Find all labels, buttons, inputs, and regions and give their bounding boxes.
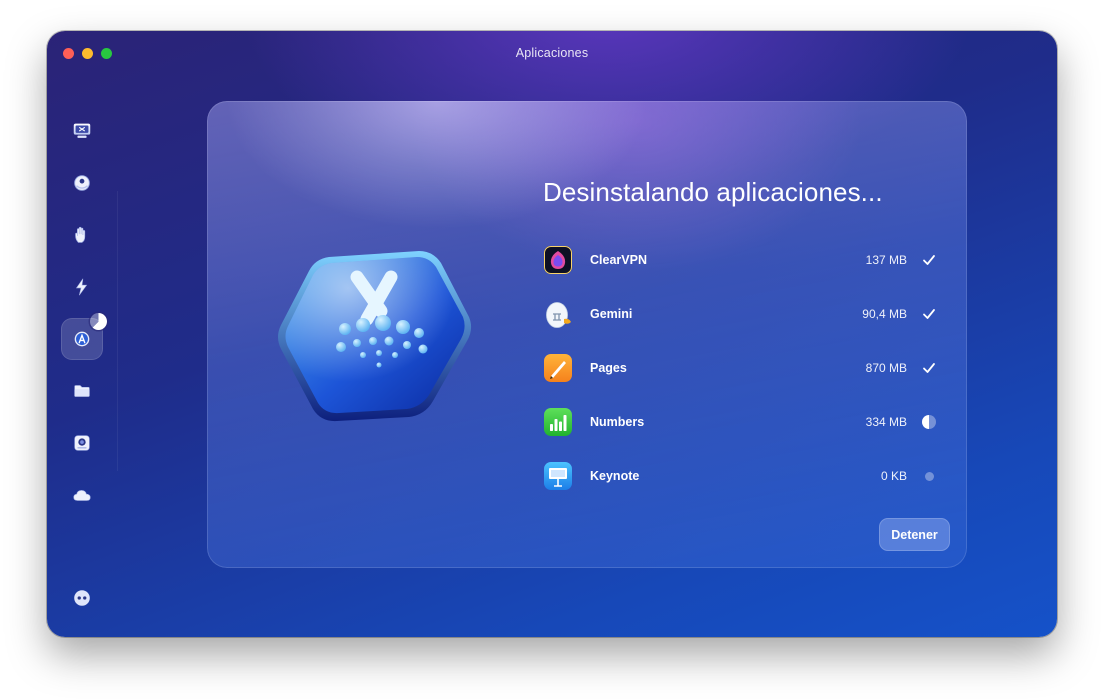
list-item: Numbers 334 MB <box>543 395 939 449</box>
folder-icon <box>74 385 90 397</box>
list-item: Gemini 90,4 MB <box>543 287 939 341</box>
sidebar-item-smart-care[interactable] <box>61 110 103 152</box>
checkmark-icon <box>921 360 937 376</box>
monitor-icon <box>73 123 91 138</box>
sidebar-item-protection[interactable] <box>61 214 103 256</box>
app-name: Gemini <box>590 307 633 321</box>
cloud-icon <box>73 490 91 501</box>
sidebar-item-my-clutter[interactable] <box>61 370 103 412</box>
sidebar-item-space-lens[interactable] <box>61 422 103 464</box>
checkmark-icon <box>921 306 937 322</box>
progress-pie-icon <box>921 414 937 430</box>
list-item: Pages 870 MB <box>543 341 939 395</box>
assistant-icon <box>74 590 90 606</box>
clearvpn-icon <box>543 245 573 275</box>
window-title: Aplicaciones <box>515 46 589 60</box>
sidebar <box>47 31 119 637</box>
sidebar-item-cloud[interactable] <box>61 474 103 516</box>
uninstaller-hexagon-icon <box>278 251 472 422</box>
lightning-icon <box>75 278 88 296</box>
app-name: Numbers <box>590 415 645 429</box>
pending-dot-icon <box>921 468 937 484</box>
list-item: ClearVPN 137 MB <box>543 233 939 287</box>
app-name: Keynote <box>590 469 640 483</box>
checkmark-icon <box>921 252 937 268</box>
keynote-icon <box>543 461 573 491</box>
uninstall-progress-panel: Desinstalando aplicaciones... ClearVPN 1… <box>207 101 967 568</box>
sidebar-item-cleanup[interactable] <box>61 162 103 204</box>
gemini-icon <box>543 299 573 329</box>
app-size: 90,4 MB <box>862 307 907 321</box>
pages-icon <box>543 353 573 383</box>
app-size: 870 MB <box>865 361 907 375</box>
app-store-a-icon <box>74 331 90 347</box>
sidebar-divider <box>117 191 118 471</box>
app-name: Pages <box>590 361 627 375</box>
page-title: Desinstalando aplicaciones... <box>543 177 883 207</box>
numbers-icon <box>543 407 573 437</box>
app-list: ClearVPN 137 MB Gemini 90,4 MB Pages 870… <box>543 233 939 503</box>
stop-button[interactable]: Detener <box>879 518 950 551</box>
app-size: 137 MB <box>865 253 907 267</box>
progress-pie-icon <box>90 313 107 330</box>
sidebar-item-applications[interactable] <box>61 313 107 360</box>
bubble-ball-icon <box>74 175 90 191</box>
app-size: 0 KB <box>880 469 907 483</box>
sidebar-item-performance[interactable] <box>61 266 103 308</box>
list-item: Keynote 0 KB <box>543 449 939 503</box>
app-window: Aplicaciones Desinstalando aplicaciones.… <box>47 31 1057 637</box>
sidebar-assistant-button[interactable] <box>61 577 103 619</box>
app-name: ClearVPN <box>590 253 647 267</box>
lens-disk-icon <box>74 435 90 451</box>
hand-icon <box>75 226 86 243</box>
app-size: 334 MB <box>865 415 907 429</box>
